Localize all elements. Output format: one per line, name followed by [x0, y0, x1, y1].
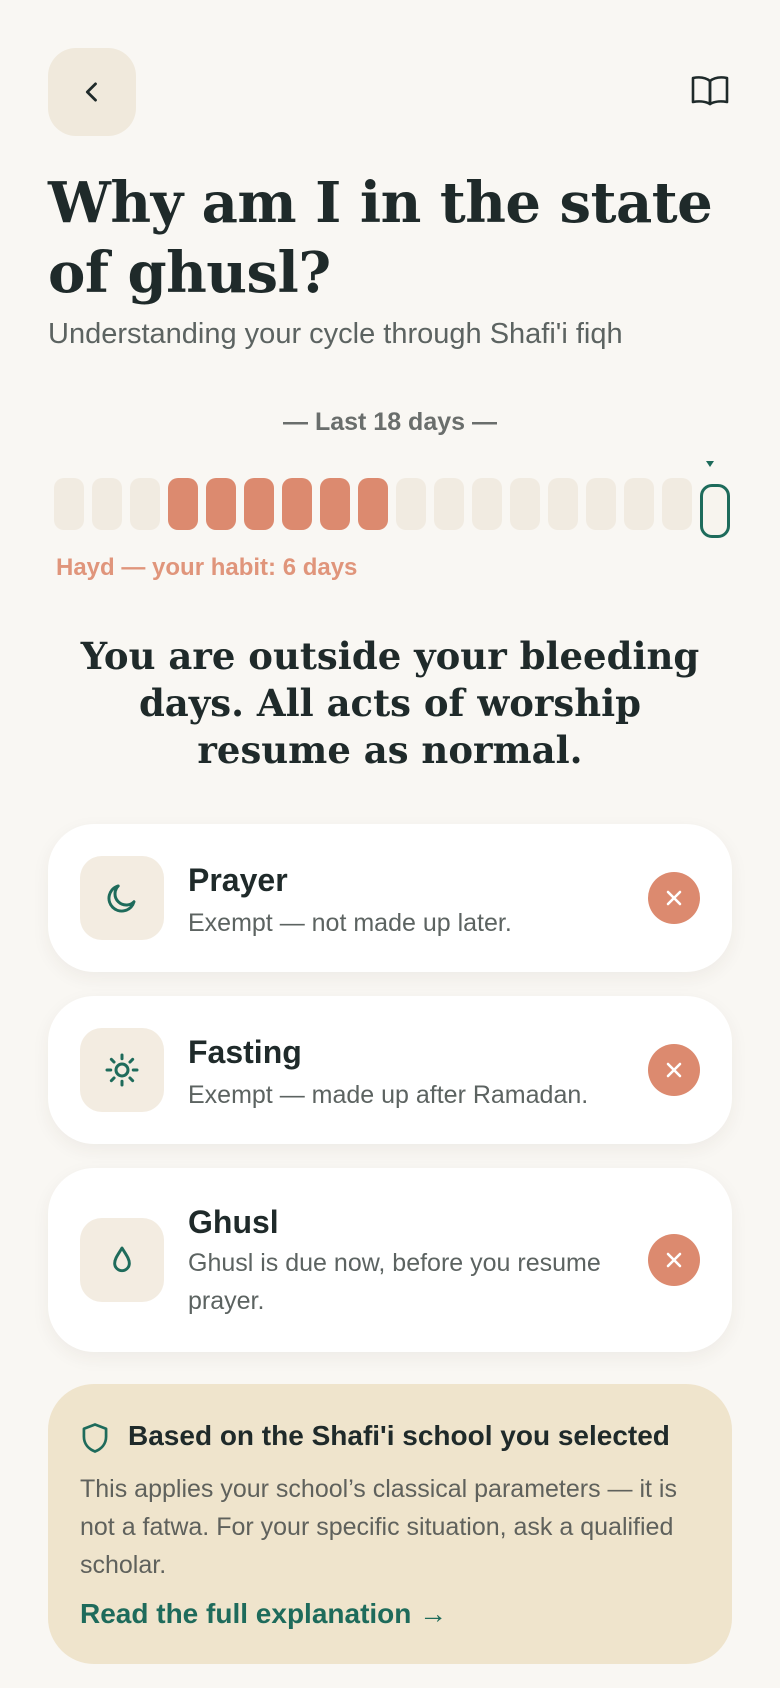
cycle-day-bleeding [206, 478, 236, 530]
dismiss-button[interactable] [648, 1234, 700, 1286]
cycle-day [54, 478, 84, 530]
chevron-left-icon [85, 82, 97, 102]
cycle-strip [54, 478, 730, 538]
period-label: — Last 18 days — [283, 408, 497, 436]
today-marker [706, 461, 714, 467]
card-description: Ghusl is due now, before you resume pray… [188, 1249, 601, 1315]
moon-icon [107, 884, 136, 913]
dismiss-button[interactable] [648, 872, 700, 924]
card-fasting: Fasting Exempt — made up after Ramadan. [48, 996, 732, 1144]
cycle-day-bleeding [320, 478, 350, 530]
cycle-day [548, 478, 578, 530]
card-title: Prayer [188, 862, 288, 898]
water-drop-icon [113, 1246, 131, 1273]
card-title: Ghusl [188, 1204, 279, 1240]
cycle-day [396, 478, 426, 530]
close-icon [666, 1062, 682, 1078]
cycle-day-bleeding [282, 478, 312, 530]
screen: Why am I in the state of ghusl? Understa… [0, 0, 780, 1688]
cycle-day [624, 478, 654, 530]
card-icon-box [80, 1028, 164, 1112]
card-icon-box [80, 856, 164, 940]
dismiss-button[interactable] [648, 1044, 700, 1096]
read-explanation-link[interactable]: Read the full explanation → [80, 1598, 447, 1630]
card-description: Exempt — made up after Ramadan. [188, 1081, 589, 1109]
open-book-icon [691, 76, 729, 106]
status-message: You are outside your bleeding days. All … [80, 634, 700, 772]
cycle-day [434, 478, 464, 530]
info-title: Based on the Shafi'i school you selected [128, 1420, 670, 1451]
close-icon [666, 890, 682, 906]
cycle-day-today [700, 484, 730, 538]
sun-icon [105, 1053, 139, 1087]
shield-icon [82, 1423, 108, 1453]
cycle-day [130, 478, 160, 530]
page-subtitle: Understanding your cycle through Shafi'i… [48, 318, 623, 350]
card-prayer: Prayer Exempt — not made up later. [48, 824, 732, 972]
cycle-day [586, 478, 616, 530]
card-icon-box [80, 1218, 164, 1302]
cycle-day [92, 478, 122, 530]
back-button[interactable] [48, 48, 136, 136]
school-info-box: Based on the Shafi'i school you selected… [48, 1384, 732, 1664]
cycle-day [662, 478, 692, 530]
cycle-day [510, 478, 540, 530]
habit-note: Hayd — your habit: 6 days [56, 554, 358, 581]
close-icon [666, 1252, 682, 1268]
cycle-day-bleeding [244, 478, 274, 530]
info-body: This applies your school’s classical par… [80, 1475, 677, 1579]
cycle-day-bleeding [358, 478, 388, 530]
page-title: Why am I in the state of ghusl? [48, 170, 713, 306]
cycle-day-bleeding [168, 478, 198, 530]
card-description: Exempt — not made up later. [188, 909, 512, 937]
card-ghusl: Ghusl Ghusl is due now, before you resum… [48, 1168, 732, 1352]
card-title: Fasting [188, 1034, 302, 1070]
book-button[interactable] [688, 68, 732, 112]
cycle-day [472, 478, 502, 530]
